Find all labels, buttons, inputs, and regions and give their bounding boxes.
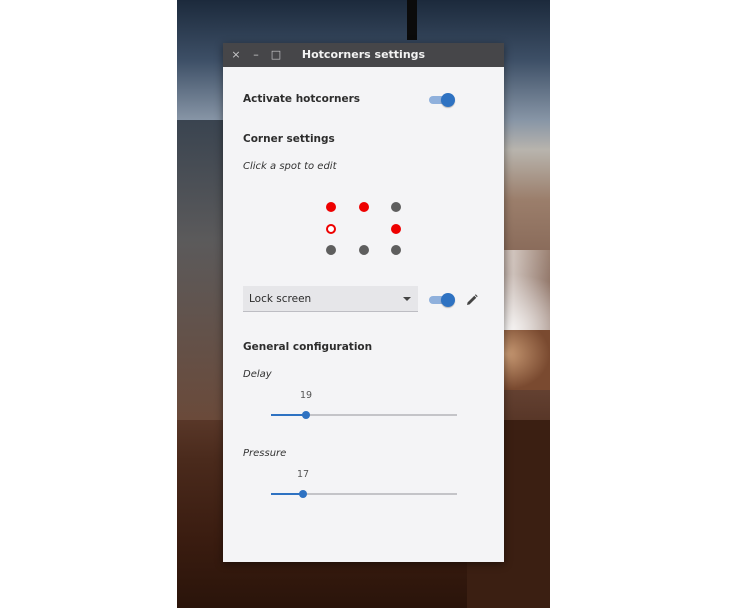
corner-spot-r2-c0[interactable]: [326, 245, 336, 255]
pencil-icon[interactable]: [466, 294, 478, 306]
corner-spot-r2-c2[interactable]: [391, 245, 401, 255]
delay-slider-handle[interactable]: [302, 411, 310, 419]
delay-value: 19: [299, 390, 313, 401]
delay-slider[interactable]: [271, 408, 457, 422]
corner-settings-heading: Corner settings: [243, 133, 335, 145]
general-configuration-heading: General configuration: [243, 341, 373, 353]
pressure-slider[interactable]: [271, 487, 457, 501]
delay-label: Delay: [243, 369, 272, 380]
pressure-value: 17: [296, 469, 310, 480]
window-title: Hotcorners settings: [301, 48, 426, 61]
corner-settings-hint: Click a spot to edit: [243, 161, 337, 172]
corner-action-toggle[interactable]: [429, 293, 455, 307]
corner-spot-r0-c2[interactable]: [391, 202, 401, 212]
pressure-label: Pressure: [243, 448, 287, 459]
pressure-slider-handle[interactable]: [299, 490, 307, 498]
corner-spot-r0-c0[interactable]: [326, 202, 336, 212]
title-bar: × – □ Hotcorners settings: [223, 43, 504, 67]
activate-hotcorners-toggle[interactable]: [429, 93, 455, 107]
chevron-down-icon: [403, 297, 411, 301]
corner-spot-r1-c2[interactable]: [391, 223, 401, 234]
corner-action-dropdown[interactable]: Lock screen: [243, 286, 418, 312]
corner-spot-r2-c1[interactable]: [358, 245, 369, 255]
corner-action-value: Lock screen: [249, 293, 312, 305]
activate-hotcorners-label: Activate hotcorners: [243, 93, 361, 105]
settings-window: × – □ Hotcorners settings Activate hotco…: [223, 43, 504, 562]
corner-spot-r0-c1[interactable]: [358, 202, 369, 212]
corner-spot-r1-c0[interactable]: [326, 223, 336, 234]
